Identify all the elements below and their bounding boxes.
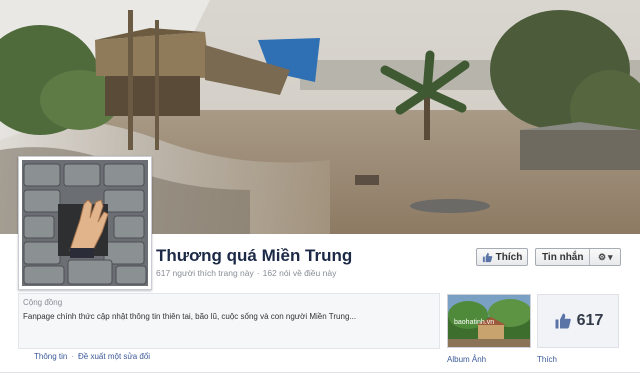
page-title[interactable]: Thương quá Miền Trung (156, 246, 352, 266)
info-link[interactable]: Thông tin (34, 352, 67, 361)
about-box: Cộng đồng Fanpage chính thức cập nhật th… (18, 293, 440, 349)
likes-count: 617 (576, 312, 604, 329)
page-description: Fanpage chính thức cập nhật thông tin th… (23, 312, 357, 321)
album-watermark: baohatinh.vn (454, 319, 494, 326)
page-stats: 617 người thích trang này · 162 nói về điề… (156, 268, 336, 278)
suggest-edit-link[interactable]: Đề xuất một sửa đổi (78, 352, 150, 361)
album-image: baohatinh.vn (448, 295, 530, 347)
album-thumbnail[interactable]: baohatinh.vn (447, 294, 531, 348)
divider (0, 372, 640, 373)
likes-box[interactable]: 617 (537, 294, 619, 348)
thumbs-up-icon (555, 313, 571, 329)
profile-picture[interactable] (18, 156, 152, 290)
chevron-down-icon: ▾ (608, 251, 613, 262)
separator-dot: · (71, 352, 75, 361)
page-category[interactable]: Cộng đồng (23, 298, 62, 307)
settings-dropdown[interactable]: ⚙ ▾ (590, 252, 620, 263)
like-button-label: Thích (495, 251, 523, 263)
about-links: Thông tin · Đề xuất một sửa đổi (34, 352, 150, 361)
thumbs-up-icon (482, 252, 492, 262)
gear-icon: ⚙ (597, 251, 607, 262)
likes-label[interactable]: Thích (537, 355, 557, 364)
likes-stat[interactable]: 617 người thích trang này (156, 268, 254, 278)
message-button[interactable]: Tin nhắn (536, 249, 591, 265)
message-button-group: Tin nhắn ⚙ ▾ (535, 248, 621, 266)
album-label[interactable]: Album Ảnh (447, 355, 486, 364)
like-button[interactable]: Thích (476, 248, 528, 266)
separator-dot: · (256, 268, 260, 278)
talking-about-stat: 162 nói về điều này (262, 268, 337, 278)
profile-image (22, 160, 148, 286)
facebook-page: Thương quá Miền Trung 617 người thích tr… (0, 0, 640, 378)
